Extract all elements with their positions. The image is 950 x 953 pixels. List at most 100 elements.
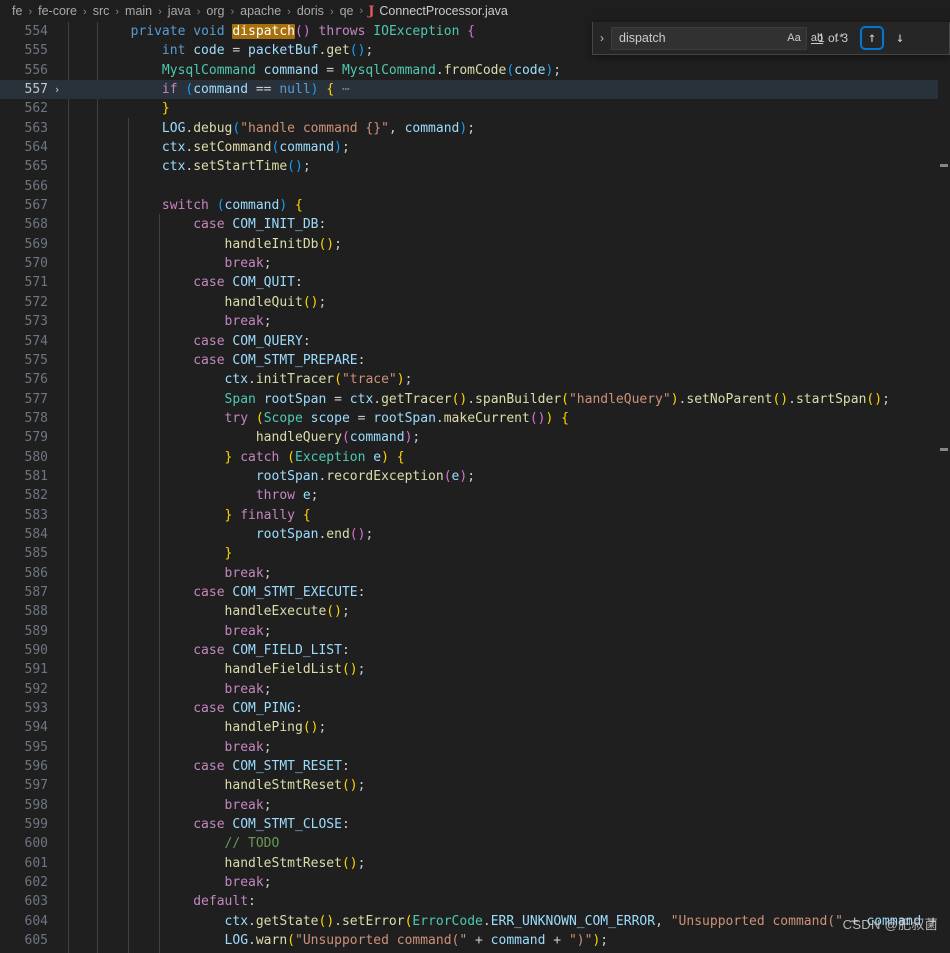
code-line[interactable]: 562 }	[0, 99, 950, 118]
line-number: 563	[24, 120, 48, 136]
code-token: warn	[255, 933, 288, 949]
line-number: 595	[24, 739, 48, 755]
code-line[interactable]: 584 rootSpan.end();	[0, 525, 950, 544]
code-line[interactable]: 599 case COM_STMT_CLOSE:	[0, 815, 950, 834]
code-line[interactable]: 586 break;	[0, 564, 950, 583]
find-previous-icon[interactable]: ↑	[860, 26, 885, 50]
code-token: break	[224, 314, 264, 330]
code-line[interactable]: 578 try (Scope scope = rootSpan.makeCurr…	[0, 409, 950, 428]
code-line[interactable]: 594 handlePing();	[0, 718, 950, 737]
whole-word-icon[interactable]: ab	[807, 29, 827, 48]
code-line[interactable]: 577 Span rootSpan = ctx.getTracer().span…	[0, 390, 950, 409]
code-line[interactable]: 583 } finally {	[0, 506, 950, 525]
code-line[interactable]: 575 case COM_STMT_PREPARE:	[0, 351, 950, 370]
code-token: handleQuery	[255, 430, 342, 446]
code-line[interactable]: 581 rootSpan.recordException(e);	[0, 467, 950, 486]
code-line[interactable]: 603 default:	[0, 892, 950, 911]
overview-ruler[interactable]	[938, 44, 950, 953]
breadcrumb-separator: ›	[196, 6, 201, 18]
code-line[interactable]: 574 case COM_QUERY:	[0, 332, 950, 351]
line-number: 586	[24, 565, 48, 581]
find-input-wrapper[interactable]: Aa ab .*	[611, 26, 844, 50]
breadcrumb-separator: ›	[287, 6, 291, 18]
code-line[interactable]: 564 ctx.setCommand(command);	[0, 138, 950, 157]
find-next-icon[interactable]: ↓	[889, 27, 911, 49]
code-line[interactable]: 570 break;	[0, 254, 950, 273]
code-line[interactable]: 567 switch (command) {	[0, 196, 950, 215]
code-token: ,	[388, 120, 405, 136]
code-line[interactable]: 565 ctx.setStartTime();	[0, 157, 950, 176]
breadcrumb-item-main[interactable]: main	[124, 4, 153, 18]
code-line[interactable]: 563 LOG.debug("handle command {}", comma…	[0, 119, 950, 138]
code-line[interactable]: 600 // TODO	[0, 834, 950, 853]
code-token: (	[443, 468, 452, 484]
code-text: MysqlCommand command = MysqlCommand.from…	[68, 61, 561, 80]
code-token: {	[326, 82, 335, 98]
code-line[interactable]: 566	[0, 177, 950, 196]
regex-icon[interactable]: .*	[830, 29, 850, 48]
code-line[interactable]: 595 break;	[0, 738, 950, 757]
code-line[interactable]: 592 break;	[0, 680, 950, 699]
breadcrumb-item-org[interactable]: org	[205, 4, 225, 18]
toggle-replace-icon[interactable]: ›	[593, 22, 611, 55]
breadcrumb-item-src[interactable]: src	[92, 4, 111, 18]
code-line[interactable]: 590 case COM_FIELD_LIST:	[0, 641, 950, 660]
breadcrumb-item-doris[interactable]: doris	[296, 4, 325, 18]
code-line[interactable]: 580 } catch (Exception e) {	[0, 448, 950, 467]
breadcrumb-item-apache[interactable]: apache	[239, 4, 282, 18]
code-token: .	[435, 410, 444, 426]
code-line[interactable]: 593 case COM_PING:	[0, 699, 950, 718]
code-line[interactable]: 572 handleQuit();	[0, 293, 950, 312]
code-line[interactable]: 601 handleStmtReset();	[0, 854, 950, 873]
code-lines[interactable]: 554 private void dispatch() throws IOExc…	[0, 22, 950, 953]
breadcrumb[interactable]: fe › fe-core › src › main › java › org › apache › dori…	[0, 0, 950, 22]
breadcrumb-file[interactable]: J ConnectProcessor.java	[368, 4, 508, 18]
code-line[interactable]: 571 case COM_QUIT:	[0, 273, 950, 292]
breadcrumb-item-fe-core[interactable]: fe-core	[37, 4, 78, 18]
code-line[interactable]: 596 case COM_STMT_RESET:	[0, 757, 950, 776]
find-widget[interactable]: › Aa ab .* 1 of 3 ↑ ↓	[592, 22, 950, 55]
match-case-icon[interactable]: Aa	[784, 29, 804, 48]
code-line[interactable]: 556 MysqlCommand command = MysqlCommand.…	[0, 61, 950, 80]
breadcrumb-item-fe[interactable]: fe	[11, 4, 23, 18]
find-input[interactable]	[612, 27, 784, 49]
code-line[interactable]: 573 break;	[0, 312, 950, 331]
code-token: command	[193, 82, 249, 98]
code-token: ;	[365, 526, 374, 542]
code-token: COM_FIELD_LIST	[232, 643, 342, 658]
breadcrumb-item-qe[interactable]: qe	[339, 4, 355, 18]
code-token: {	[295, 198, 303, 214]
line-number: 591	[24, 662, 48, 678]
code-token: (	[295, 24, 303, 39]
code-line[interactable]: 589 break;	[0, 622, 950, 641]
code-line[interactable]: 591 handleFieldList();	[0, 660, 950, 679]
code-token: Scope	[263, 410, 303, 426]
code-line[interactable]: 568 case COM_INIT_DB:	[0, 215, 950, 234]
code-token: ⋯	[334, 82, 350, 98]
breadcrumb-item-java[interactable]: java	[167, 4, 192, 18]
code-line[interactable]: 604 ctx.getState().setError(ErrorCode.ER…	[0, 912, 950, 931]
code-token: null	[279, 82, 311, 98]
code-text: rootSpan.end();	[68, 525, 373, 544]
code-line[interactable]: 585 }	[0, 544, 950, 563]
code-line[interactable]: 588 handleExecute();	[0, 602, 950, 621]
code-line[interactable]: 569 handleInitDb();	[0, 235, 950, 254]
code-line[interactable]: 605 LOG.warn("Unsupported command(" + co…	[0, 931, 950, 950]
code-line[interactable]: 587 case COM_STMT_EXECUTE:	[0, 583, 950, 602]
code-line[interactable]: 582 throw e;	[0, 486, 950, 505]
code-editor[interactable]: 554 private void dispatch() throws IOExc…	[0, 22, 950, 953]
code-line[interactable]: 602 break;	[0, 873, 950, 892]
line-number: 555	[24, 43, 48, 59]
fold-chevron-icon[interactable]: ›	[50, 80, 64, 99]
code-line[interactable]: 597 handleStmtReset();	[0, 776, 950, 795]
code-line[interactable]: 576 ctx.initTracer("trace");	[0, 370, 950, 389]
code-line[interactable]: 598 break;	[0, 796, 950, 815]
code-token: .	[248, 913, 256, 929]
code-line[interactable]: 579 handleQuery(command);	[0, 428, 950, 447]
line-number: 580	[24, 449, 48, 465]
code-line[interactable]: 557 › if (command == null) { ⋯	[0, 80, 950, 100]
code-token: ;	[357, 662, 366, 678]
code-text: break;	[68, 796, 272, 815]
